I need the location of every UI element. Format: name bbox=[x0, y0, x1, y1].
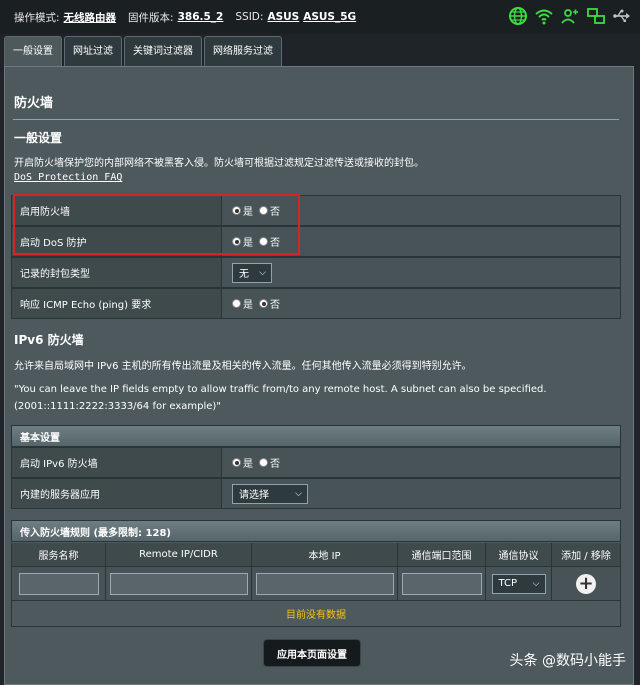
firmware-value-link[interactable]: 386.5_2 bbox=[178, 11, 224, 23]
row-builtin-server-apps: 内建的服务器应用 请选择 ⌵ bbox=[11, 478, 621, 509]
firewall-tabs: 一般设置 网址过滤 关键词过滤器 网络服务过滤 bbox=[4, 36, 284, 66]
ipv6-note-line-1: "You can leave the IP fields empty to al… bbox=[14, 384, 547, 395]
firmware-label: 固件版本: bbox=[128, 11, 174, 24]
status-bar: 操作模式: 无线路由器 固件版本: 386.5_2 SSID: ASUS ASU… bbox=[0, 0, 640, 34]
col-port-range: 通信端口范围 bbox=[398, 543, 486, 566]
col-protocol: 通信协议 bbox=[486, 543, 552, 566]
users-icon[interactable] bbox=[560, 6, 580, 26]
yes-label: 是 bbox=[243, 459, 253, 470]
basic-settings-header: 基本设置 bbox=[11, 425, 621, 447]
chevron-down-icon: ⌵ bbox=[259, 267, 266, 278]
tab-network-service-filter[interactable]: 网络服务过滤 bbox=[204, 36, 282, 66]
tab-general[interactable]: 一般设置 bbox=[4, 36, 62, 66]
add-rule-button[interactable]: + bbox=[576, 572, 596, 594]
inbound-rules-table: 服务名称 Remote IP/CIDR 本地 IP 通信端口范围 通信协议 添加… bbox=[11, 543, 621, 627]
ipv6-yes-radio[interactable] bbox=[232, 458, 241, 467]
yes-label: 是 bbox=[243, 300, 253, 311]
no-label: 否 bbox=[270, 300, 280, 311]
builtin-app-select[interactable]: 请选择 ⌵ bbox=[232, 483, 308, 504]
status-icons bbox=[508, 6, 632, 26]
row-ipv6-firewall: 启动 IPv6 防火墙 是 否 bbox=[11, 447, 621, 478]
dos-yes-radio[interactable] bbox=[232, 237, 241, 246]
firewall-panel: 防火墙 一般设置 开启防火墙保护您的内部网络不被黑客入侵。防火墙可根据过滤规定过… bbox=[4, 66, 634, 685]
tab-url-filter[interactable]: 网址过滤 bbox=[64, 36, 122, 66]
row-label: 记录的封包类型 bbox=[12, 258, 222, 287]
page-title: 防火墙 bbox=[14, 96, 54, 111]
row-icmp-echo: 响应 ICMP Echo (ping) 要求 是 否 bbox=[11, 288, 621, 319]
globe-icon[interactable] bbox=[508, 6, 528, 26]
ssid-5g-link[interactable]: ASUS_5G bbox=[303, 11, 356, 23]
icmp-yes-radio[interactable] bbox=[232, 299, 241, 308]
ipv6-note-line-2: (2001::1111:2222:3333/64 for example)" bbox=[14, 401, 221, 412]
table-header: 服务名称 Remote IP/CIDR 本地 IP 通信端口范围 通信协议 添加… bbox=[11, 543, 621, 567]
ipv6-note: "You can leave the IP fields empty to al… bbox=[14, 381, 614, 415]
mode-label: 操作模式: bbox=[14, 11, 60, 24]
usb-icon[interactable] bbox=[612, 6, 632, 26]
col-remote-ip: Remote IP/CIDR bbox=[106, 543, 252, 566]
col-local-ip: 本地 IP bbox=[252, 543, 398, 566]
yes-label: 是 bbox=[243, 207, 253, 218]
mode-value-link[interactable]: 无线路由器 bbox=[64, 10, 117, 25]
table-row: TCP ⌵ + bbox=[11, 567, 621, 601]
port-range-input[interactable] bbox=[401, 572, 482, 595]
no-label: 否 bbox=[270, 207, 280, 218]
select-value: TCP bbox=[498, 578, 518, 589]
row-label: 内建的服务器应用 bbox=[12, 479, 222, 508]
title-divider bbox=[13, 119, 619, 120]
no-label: 否 bbox=[270, 459, 280, 470]
inbound-rules-header: 传入防火墙规则 (最多限制: 128) bbox=[11, 520, 621, 542]
chevron-down-icon: ⌵ bbox=[532, 578, 540, 589]
dos-faq-link[interactable]: DoS Protection FAQ bbox=[14, 172, 122, 183]
row-dos-protection: 启动 DoS 防护 是 否 bbox=[11, 226, 621, 257]
firewall-no-radio[interactable] bbox=[259, 206, 268, 215]
plus-icon: + bbox=[578, 572, 594, 594]
chevron-down-icon: ⌵ bbox=[295, 488, 302, 499]
row-label: 启动 DoS 防护 bbox=[12, 227, 222, 256]
general-description: 开启防火墙保护您的内部网络不被黑客入侵。防火墙可根据过滤规定过滤传送或接收的封包… bbox=[14, 158, 424, 169]
select-value: 无 bbox=[239, 269, 249, 280]
dos-no-radio[interactable] bbox=[259, 237, 268, 246]
wifi-icon[interactable] bbox=[534, 6, 554, 26]
row-label: 启动 IPv6 防火墙 bbox=[12, 448, 222, 477]
select-value: 请选择 bbox=[239, 490, 269, 501]
protocol-select[interactable]: TCP ⌵ bbox=[491, 573, 546, 594]
service-name-input[interactable] bbox=[18, 572, 99, 595]
apply-settings-button[interactable]: 应用本页面设置 bbox=[263, 639, 361, 667]
ipv6-description: 允许来自局域网中 IPv6 主机的所有传出流量及相关的传入流量。任何其他传入流量… bbox=[14, 361, 472, 372]
ssid-label: SSID: bbox=[235, 11, 264, 23]
logged-packets-select[interactable]: 无 ⌵ bbox=[232, 262, 272, 283]
row-label: 启用防火墙 bbox=[12, 196, 222, 225]
icmp-no-radio[interactable] bbox=[259, 299, 268, 308]
tab-keyword-filter[interactable]: 关键词过滤器 bbox=[124, 36, 202, 66]
ssid-24g-link[interactable]: ASUS bbox=[267, 11, 299, 23]
yes-label: 是 bbox=[243, 238, 253, 249]
col-add-remove: 添加 / 移除 bbox=[561, 551, 611, 562]
no-label: 否 bbox=[270, 238, 280, 249]
ipv6-heading: IPv6 防火墙 bbox=[14, 333, 84, 347]
ipv6-no-radio[interactable] bbox=[259, 458, 268, 467]
firewall-yes-radio[interactable] bbox=[232, 206, 241, 215]
network-map-icon[interactable] bbox=[586, 6, 606, 26]
row-logged-packets: 记录的封包类型 无 ⌵ bbox=[11, 257, 621, 288]
local-ip-input[interactable] bbox=[255, 572, 394, 595]
general-heading: 一般设置 bbox=[14, 131, 63, 145]
remote-ip-input[interactable] bbox=[109, 572, 248, 595]
row-enable-firewall: 启用防火墙 是 否 bbox=[11, 195, 621, 226]
row-label: 响应 ICMP Echo (ping) 要求 bbox=[12, 289, 222, 318]
empty-table-message: 目前没有数据 bbox=[11, 601, 621, 627]
watermark-text: 头条 @数码小能手 bbox=[509, 653, 626, 669]
col-service-name: 服务名称 bbox=[12, 543, 106, 566]
